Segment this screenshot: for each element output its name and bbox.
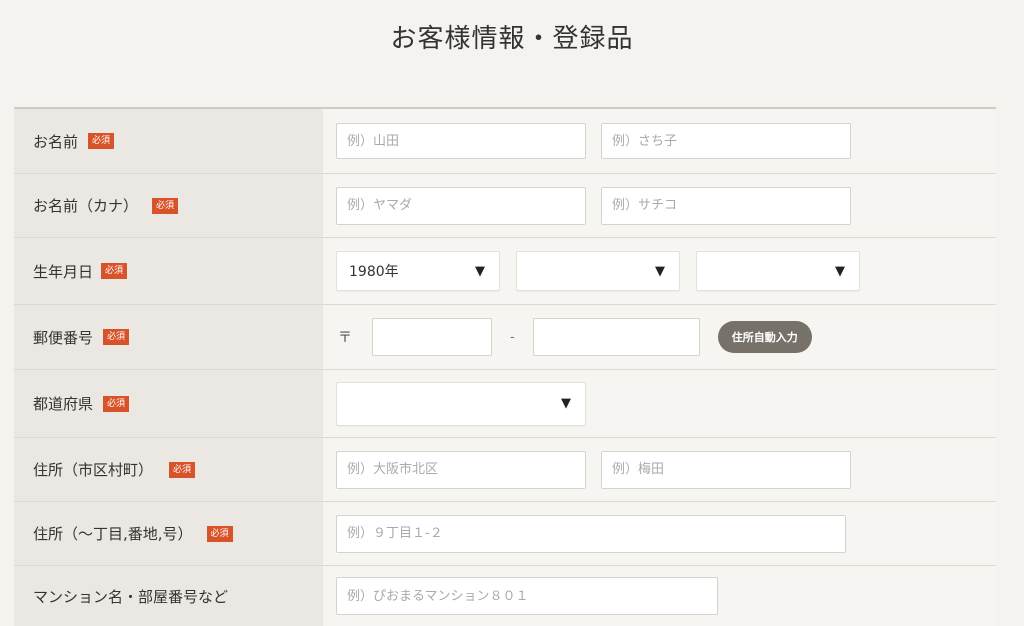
triangle-down-icon: ▼: [655, 263, 665, 279]
input-cell: 〒 - 住所自動入力: [323, 305, 996, 369]
required-badge: 必須: [88, 133, 115, 149]
first-name-kana-input[interactable]: [601, 186, 851, 225]
triangle-down-icon: ▼: [561, 396, 571, 411]
prefecture-select[interactable]: ▼: [336, 381, 586, 426]
required-badge: 必須: [152, 197, 179, 214]
label-cell: マンション名・部屋番号など: [14, 566, 323, 626]
label-cell: お名前 必須: [14, 109, 323, 173]
zip-second-input[interactable]: [532, 318, 700, 356]
auto-address-button[interactable]: 住所自動入力: [717, 321, 812, 353]
row-street: 住所（〜丁目,番地,号） 必須: [14, 502, 996, 566]
label-cell: 郵便番号 必須: [14, 305, 323, 369]
birth-year-value: 1980年: [349, 264, 399, 280]
row-kana: お名前（カナ） 必須: [14, 174, 996, 238]
customer-form: お名前 必須 お名前（カナ） 必須 生年月日 必須 1980年 ▼: [14, 107, 996, 626]
label-cell: 都道府県 必須: [14, 370, 323, 437]
required-badge: 必須: [101, 263, 128, 279]
page-title: お客様情報・登録品: [390, 24, 634, 54]
required-badge: 必須: [206, 525, 233, 542]
city-input[interactable]: [336, 450, 586, 489]
label-cell: お名前（カナ） 必須: [14, 174, 323, 237]
required-badge: 必須: [103, 395, 130, 412]
row-name: お名前 必須: [14, 109, 996, 174]
town-input[interactable]: [601, 450, 851, 489]
input-cell: [323, 566, 996, 626]
input-cell: [323, 109, 996, 173]
row-building: マンション名・部屋番号など: [14, 566, 996, 626]
input-cell: ▼: [323, 370, 996, 437]
first-name-input[interactable]: [601, 123, 851, 159]
pref-label: 都道府県: [33, 395, 94, 413]
birth-label: 生年月日: [33, 262, 94, 281]
zip-dash: -: [510, 329, 515, 345]
building-input[interactable]: [336, 577, 718, 615]
label-cell: 生年月日 必須: [14, 238, 323, 304]
label-cell: 住所（市区村町） 必須: [14, 438, 323, 501]
street-input[interactable]: [336, 514, 846, 553]
required-badge: 必須: [103, 329, 130, 345]
city-label: 住所（市区村町）: [33, 461, 154, 479]
input-cell: [323, 174, 996, 237]
last-name-input[interactable]: [336, 123, 586, 159]
input-cell: [323, 438, 996, 501]
birth-year-select[interactable]: 1980年 ▼: [336, 251, 500, 291]
name-label: お名前: [33, 132, 79, 151]
triangle-down-icon: ▼: [835, 263, 845, 279]
kana-label: お名前（カナ）: [33, 197, 139, 215]
row-pref: 都道府県 必須 ▼: [14, 370, 996, 438]
street-label: 住所（〜丁目,番地,号）: [33, 525, 193, 543]
required-badge: 必須: [169, 461, 196, 478]
zip-label: 郵便番号: [33, 328, 94, 347]
row-zip: 郵便番号 必須 〒 - 住所自動入力: [14, 305, 996, 370]
postal-mark-icon: 〒: [338, 330, 352, 346]
birth-day-select[interactable]: ▼: [696, 251, 860, 291]
building-label: マンション名・部屋番号など: [33, 587, 229, 606]
birth-month-select[interactable]: ▼: [516, 251, 680, 291]
input-cell: [323, 502, 996, 565]
row-city: 住所（市区村町） 必須: [14, 438, 996, 502]
last-name-kana-input[interactable]: [336, 186, 586, 225]
zip-first-input[interactable]: [372, 318, 492, 356]
label-cell: 住所（〜丁目,番地,号） 必須: [14, 502, 323, 565]
triangle-down-icon: ▼: [475, 263, 485, 279]
input-cell: 1980年 ▼ ▼ ▼: [323, 238, 996, 304]
row-birth: 生年月日 必須 1980年 ▼ ▼ ▼: [14, 238, 996, 305]
